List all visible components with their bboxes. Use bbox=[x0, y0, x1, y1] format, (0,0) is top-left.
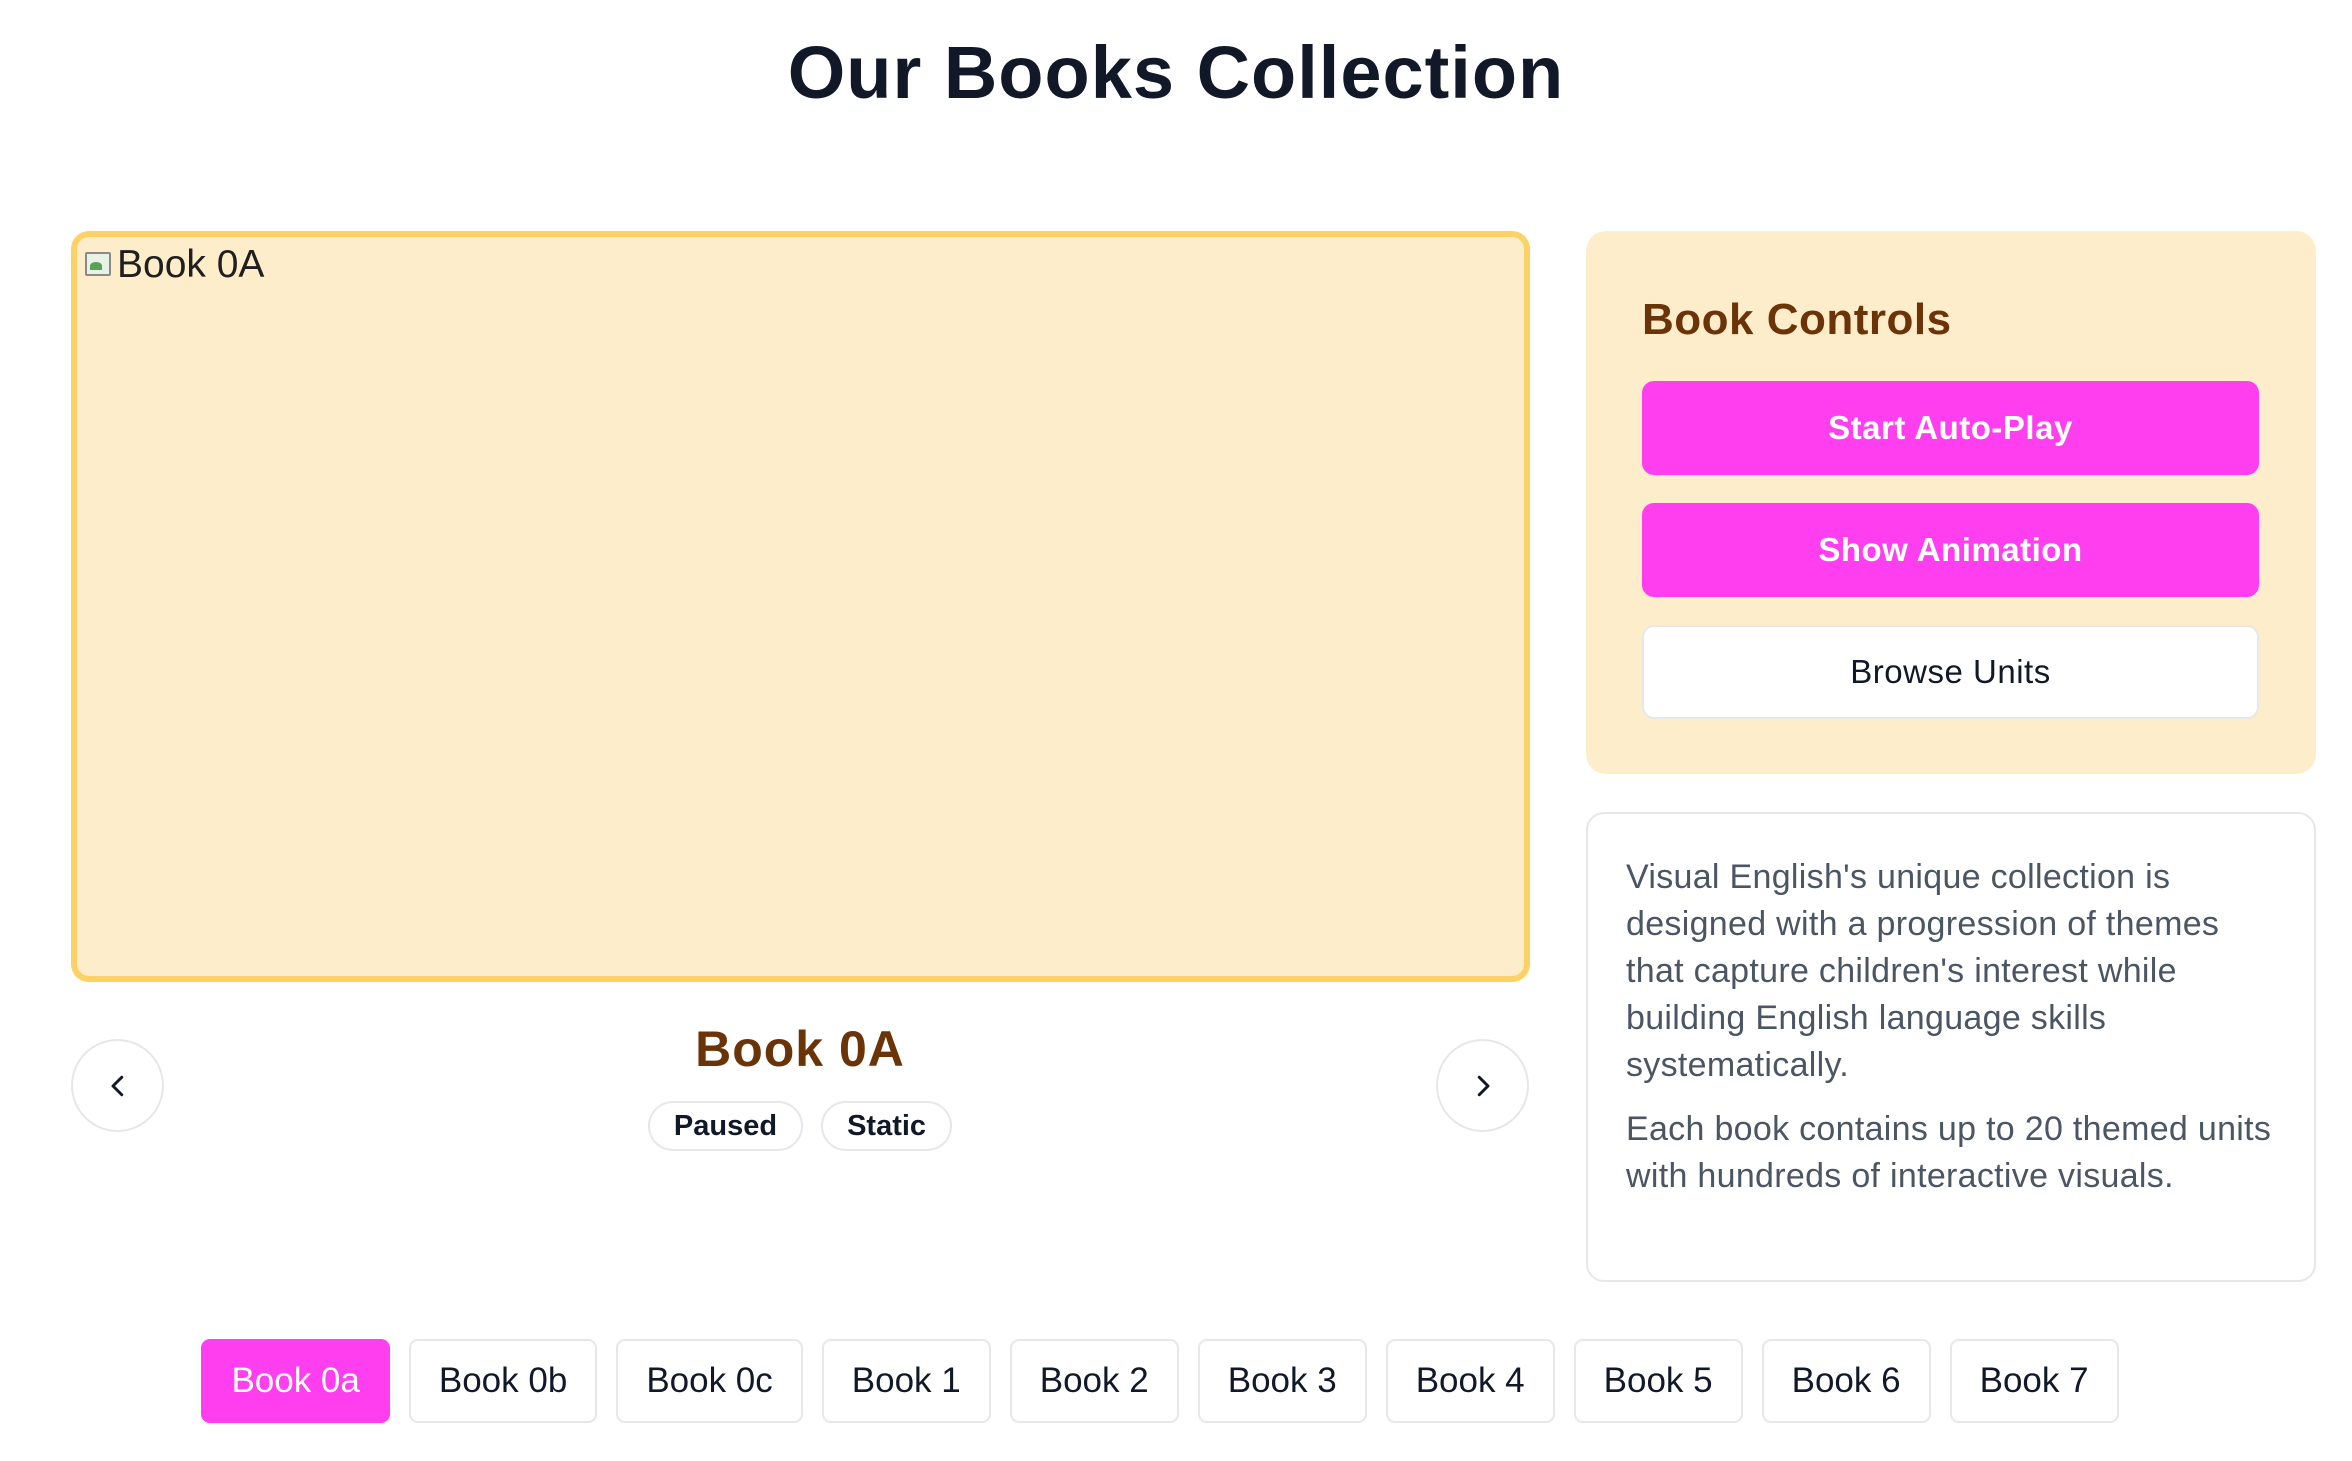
page: Our Books Collection Book 0A Book 0A Pau… bbox=[0, 0, 2352, 1461]
book-tab-6[interactable]: Book 6 bbox=[1761, 1339, 1931, 1423]
description-paragraph: Visual English's unique collection is de… bbox=[1626, 858, 2220, 1084]
book-tab-2[interactable]: Book 2 bbox=[1009, 1339, 1179, 1423]
book-controls-title: Book Controls bbox=[1642, 295, 1952, 344]
book-tab-1[interactable]: Book 1 bbox=[821, 1339, 991, 1423]
book-tab-0a[interactable]: Book 0a bbox=[201, 1339, 390, 1423]
book-cover-alt-text: Book 0A bbox=[117, 243, 265, 286]
book-tabs: Book 0a Book 0b Book 0c Book 1 Book 2 Bo… bbox=[0, 1339, 2352, 1423]
playback-status-badge: Paused bbox=[647, 1101, 804, 1151]
animation-status-badge: Static bbox=[821, 1101, 953, 1151]
book-tab-7[interactable]: Book 7 bbox=[1949, 1339, 2119, 1423]
book-tab-4[interactable]: Book 4 bbox=[1385, 1339, 1555, 1423]
chevron-right-icon bbox=[1477, 1075, 1489, 1096]
current-book-name: Book 0A bbox=[695, 1021, 905, 1077]
book-tab-3[interactable]: Book 3 bbox=[1197, 1339, 1367, 1423]
book-tab-0b[interactable]: Book 0b bbox=[408, 1339, 598, 1423]
book-viewer[interactable]: Book 0A bbox=[71, 231, 1530, 982]
broken-image-icon bbox=[83, 250, 113, 280]
book-status-badges: Paused Static bbox=[0, 1101, 1600, 1151]
browse-units-button[interactable]: Browse Units bbox=[1642, 625, 2259, 719]
next-book-button[interactable] bbox=[1436, 1039, 1529, 1132]
book-cover-image: Book 0A bbox=[83, 243, 264, 287]
book-controls-panel: Book Controls Start Auto-Play Show Anima… bbox=[1586, 231, 2316, 774]
page-title: Our Books Collection bbox=[787, 31, 1565, 114]
show-animation-button[interactable]: Show Animation bbox=[1642, 503, 2259, 597]
description-paragraph: Each book contains up to 20 themed units… bbox=[1626, 1110, 2272, 1195]
start-autoplay-button[interactable]: Start Auto-Play bbox=[1642, 381, 2259, 475]
book-tab-0c[interactable]: Book 0c bbox=[616, 1339, 803, 1423]
book-tab-5[interactable]: Book 5 bbox=[1573, 1339, 1743, 1423]
collection-description-card: Visual English's unique collection is de… bbox=[1586, 812, 2316, 1282]
chevron-left-icon bbox=[111, 1075, 123, 1096]
